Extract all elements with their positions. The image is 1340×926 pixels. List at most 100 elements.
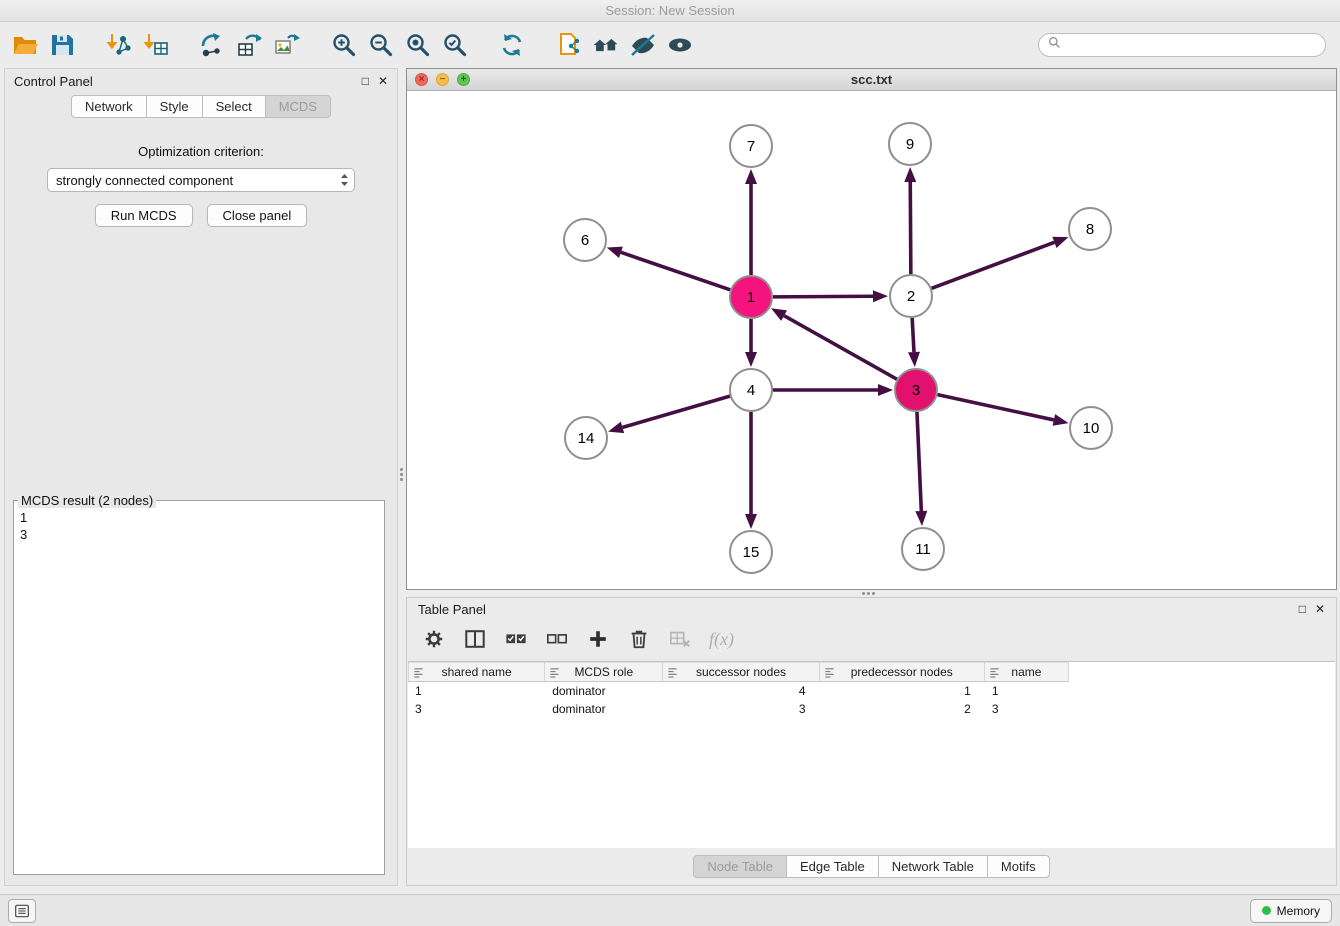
save-session-button[interactable] <box>47 30 77 60</box>
add-column-button[interactable] <box>586 627 610 651</box>
table-cell: 3 <box>663 700 819 718</box>
column-header-MCDS-role[interactable]: MCDS role <box>545 662 663 682</box>
horizontal-splitter-handle[interactable] <box>862 592 865 595</box>
export-image-button[interactable] <box>272 30 302 60</box>
search-box[interactable] <box>1038 33 1326 57</box>
tab-network-table[interactable]: Network Table <box>879 855 988 878</box>
control-panel-buttons: Run MCDS Close panel <box>5 204 397 227</box>
graph-edge-1-6[interactable] <box>607 247 730 290</box>
graph-edge-1-2[interactable] <box>773 290 888 302</box>
tab-style[interactable]: Style <box>147 95 203 118</box>
split-panel-button[interactable] <box>463 627 487 651</box>
vertical-splitter-handle[interactable] <box>400 468 403 471</box>
graph-node-1[interactable]: 1 <box>730 276 772 318</box>
sort-icon <box>824 667 835 681</box>
network-window-titlebar[interactable]: × − + scc.txt <box>407 69 1336 91</box>
run-mcds-button[interactable]: Run MCDS <box>95 204 193 227</box>
zoom-fit-button[interactable] <box>403 30 433 60</box>
memory-label: Memory <box>1277 904 1320 918</box>
graph-edge-4-14[interactable] <box>608 396 730 433</box>
delete-table-button[interactable] <box>668 627 692 651</box>
zoom-selected-button[interactable] <box>440 30 470 60</box>
clone-network-button[interactable] <box>235 30 265 60</box>
graphics-details-button[interactable] <box>628 30 658 60</box>
select-all-rows-button[interactable] <box>504 627 528 651</box>
tab-node-table[interactable]: Node Table <box>693 855 787 878</box>
column-header-name[interactable]: name <box>985 662 1069 682</box>
search-input[interactable] <box>1066 37 1316 54</box>
graph-edge-1-7[interactable] <box>745 169 757 275</box>
graph-edge-4-15[interactable] <box>745 412 757 529</box>
close-table-panel-icon[interactable]: ✕ <box>1315 603 1325 615</box>
control-panel-tabs: NetworkStyleSelectMCDS <box>5 95 397 118</box>
memory-status-dot <box>1262 906 1271 915</box>
home-view-button[interactable] <box>591 30 621 60</box>
tab-select[interactable]: Select <box>203 95 266 118</box>
table-settings-button[interactable] <box>422 627 446 651</box>
open-session-button[interactable] <box>10 30 40 60</box>
graph-node-4[interactable]: 4 <box>730 369 772 411</box>
control-panel-title: Control Panel <box>14 74 93 89</box>
close-panel-button[interactable]: Close panel <box>207 204 308 227</box>
graph-node-8[interactable]: 8 <box>1069 208 1111 250</box>
task-history-button[interactable] <box>8 899 36 923</box>
import-table-button[interactable] <box>141 30 171 60</box>
tab-motifs[interactable]: Motifs <box>988 855 1050 878</box>
graph-node-11[interactable]: 11 <box>902 528 944 570</box>
table-row[interactable]: 3dominator323 <box>408 700 1069 718</box>
task-history-icon <box>14 903 30 919</box>
close-window-icon[interactable]: × <box>415 73 428 86</box>
graph-edge-3-10[interactable] <box>937 395 1068 426</box>
main-toolbar <box>0 22 1340 68</box>
graph-edge-2-9[interactable] <box>904 167 916 274</box>
window-titlebar: Session: New Session <box>0 0 1340 22</box>
eye-visibility-button[interactable] <box>665 30 695 60</box>
graph-node-15[interactable]: 15 <box>730 531 772 573</box>
deselect-all-rows-button[interactable] <box>545 627 569 651</box>
graph-edge-3-1[interactable] <box>771 308 897 379</box>
graph-node-7[interactable]: 7 <box>730 125 772 167</box>
open-session-icon <box>12 32 38 58</box>
delete-column-button[interactable] <box>627 627 651 651</box>
memory-button[interactable]: Memory <box>1250 899 1332 923</box>
mcds-result-line: 1 <box>20 509 378 526</box>
share-document-button[interactable] <box>554 30 584 60</box>
tab-edge-table[interactable]: Edge Table <box>787 855 879 878</box>
svg-text:14: 14 <box>578 430 595 447</box>
toolbar-icon-group <box>10 30 695 60</box>
graph-edge-4-3[interactable] <box>773 384 893 396</box>
minimize-window-icon[interactable]: − <box>436 73 449 86</box>
column-header-predecessor-nodes[interactable]: predecessor nodes <box>820 662 985 682</box>
column-header-shared-name[interactable]: shared name <box>408 662 545 682</box>
clone-network-icon <box>237 32 263 58</box>
new-network-button[interactable] <box>198 30 228 60</box>
close-panel-icon[interactable]: ✕ <box>378 75 388 87</box>
tab-mcds[interactable]: MCDS <box>266 95 331 118</box>
import-network-button[interactable] <box>104 30 134 60</box>
float-panel-icon[interactable]: □ <box>362 75 369 87</box>
column-header-successor-nodes[interactable]: successor nodes <box>663 662 819 682</box>
graph-node-14[interactable]: 14 <box>565 417 607 459</box>
zoom-out-button[interactable] <box>366 30 396 60</box>
network-canvas[interactable]: 7 9 6 8 1 2 4 3 14 10 15 11 <box>407 90 1336 589</box>
graph-node-2[interactable]: 2 <box>890 275 932 317</box>
graph-node-9[interactable]: 9 <box>889 123 931 165</box>
svg-text:3: 3 <box>912 382 920 399</box>
graph-edge-3-11[interactable] <box>915 412 927 526</box>
graph-node-10[interactable]: 10 <box>1070 407 1112 449</box>
refresh-view-button[interactable] <box>497 30 527 60</box>
graph-node-6[interactable]: 6 <box>564 219 606 261</box>
graph-node-3[interactable]: 3 <box>895 369 937 411</box>
tab-network[interactable]: Network <box>71 95 147 118</box>
function-builder-icon[interactable]: f(x) <box>709 629 734 650</box>
graph-edge-2-3[interactable] <box>908 318 920 367</box>
zoom-in-button[interactable] <box>329 30 359 60</box>
criterion-dropdown[interactable]: strongly connected component <box>47 168 355 192</box>
control-panel: Control Panel □ ✕ NetworkStyleSelectMCDS… <box>4 68 398 886</box>
graph-edge-1-4[interactable] <box>745 319 757 367</box>
float-table-panel-icon[interactable]: □ <box>1299 603 1306 615</box>
zoom-window-icon[interactable]: + <box>457 73 470 86</box>
table-cell: 4 <box>663 682 819 700</box>
table-row[interactable]: 1dominator411 <box>408 682 1069 700</box>
graph-edge-2-8[interactable] <box>932 237 1069 289</box>
